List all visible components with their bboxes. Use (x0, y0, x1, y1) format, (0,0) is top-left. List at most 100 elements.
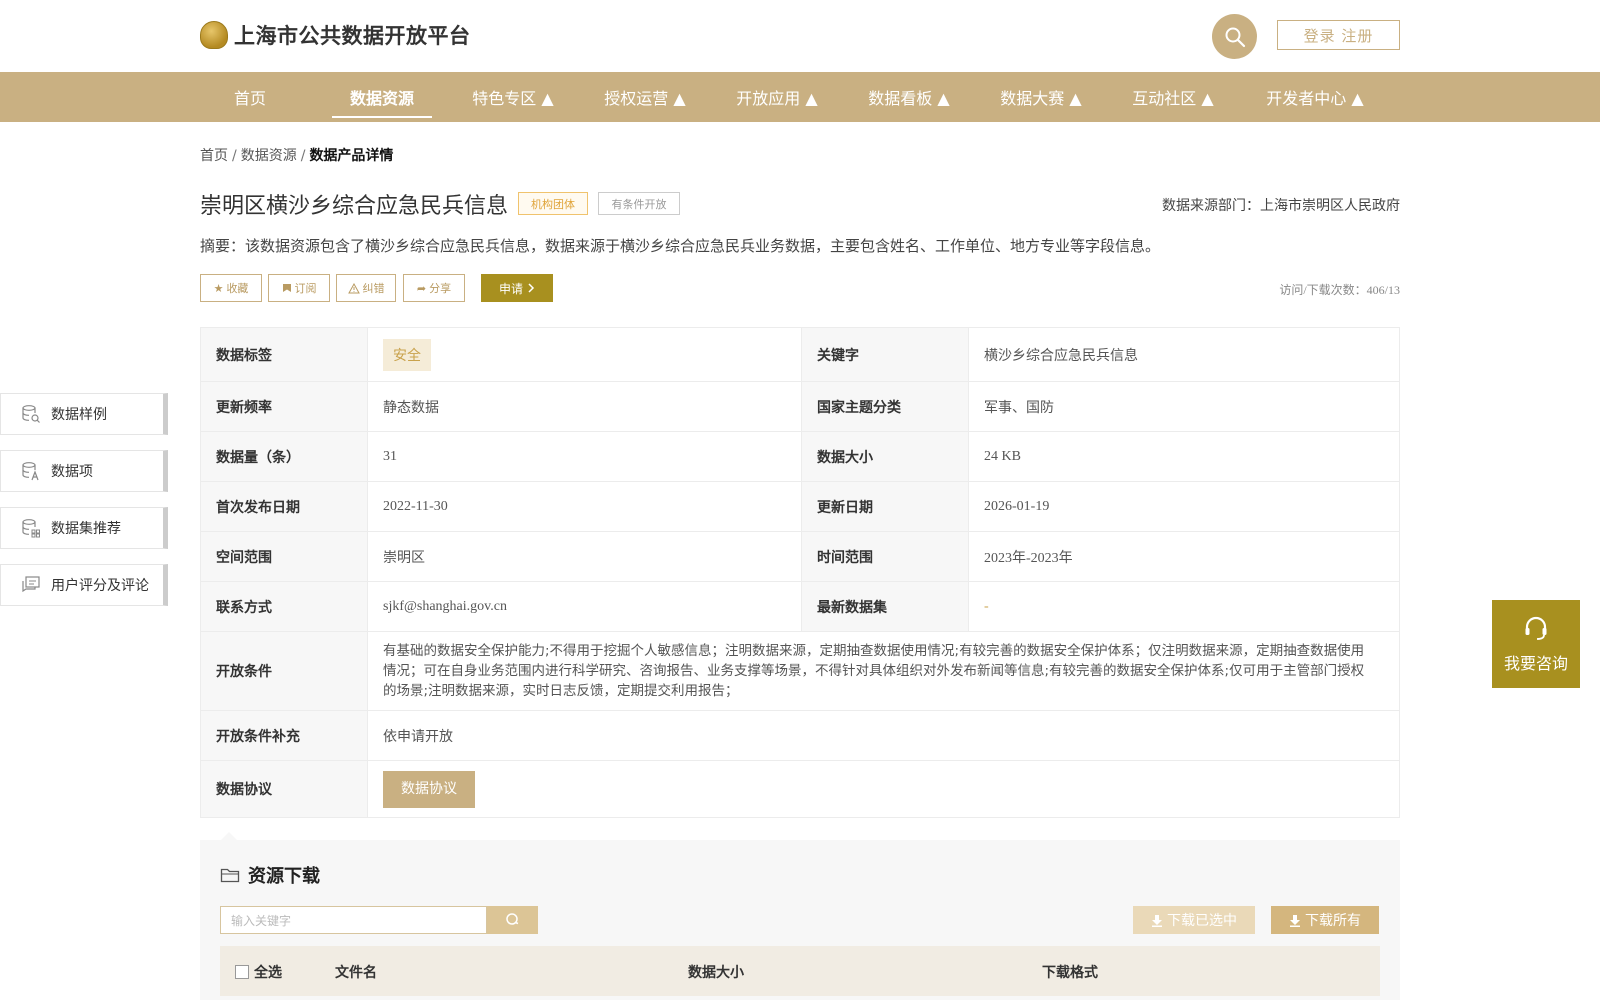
share-label: 分享 (429, 282, 452, 295)
info-label: 最新数据集 (801, 581, 969, 632)
download-selected-label: 下载已选中 (1167, 913, 1237, 929)
data-agreement-button[interactable]: 数据协议 (383, 770, 475, 808)
org-tag: 机构团体 (518, 192, 588, 215)
nav-open-apps[interactable]: 开放应用 ▲ (722, 72, 832, 122)
info-label: 时间范围 (801, 531, 969, 582)
info-value: 依申请开放 (367, 710, 1400, 761)
table-row: 开放条件 有基础的数据安全保护能力;不得用于挖掘个人敏感信息；注明数据来源，定期… (200, 631, 1400, 711)
info-value: 崇明区 (367, 531, 802, 582)
section-title-text: 资源下载 (248, 866, 320, 887)
open-conditions-text: 有基础的数据安全保护能力;不得用于挖掘个人敏感信息；注明数据来源，定期抽查数据使… (367, 631, 1400, 711)
side-item-ratings-comments[interactable]: 用户评分及评论 (0, 564, 168, 606)
info-value: 2026-01-19 (968, 481, 1400, 532)
favorite-label: 收藏 (226, 282, 249, 295)
download-icon (1152, 914, 1162, 927)
breadcrumb-data-resources[interactable]: 数据资源 (241, 148, 297, 164)
table-row: 更新频率 静态数据 国家主题分类 军事、国防 (200, 381, 1400, 432)
nav-authorized-operation[interactable]: 授权运营 ▲ (590, 72, 700, 122)
download-selected-button[interactable]: 下载已选中 (1133, 906, 1255, 934)
warning-icon (347, 282, 360, 293)
info-label: 空间范围 (200, 531, 368, 582)
favorite-button[interactable]: ★ 收藏 (200, 274, 262, 302)
subscribe-label: 订阅 (294, 282, 317, 295)
checkbox-icon (235, 965, 249, 979)
nav-featured-zones[interactable]: 特色专区 ▲ (458, 72, 568, 122)
site-logo[interactable]: 上海市公共数据开放平台 (200, 20, 471, 50)
side-item-data-sample[interactable]: 数据样例 (0, 393, 168, 435)
visit-download-count: 访问/下载次数：406/13 (1279, 283, 1400, 297)
info-label: 数据量（条） (200, 431, 368, 482)
nav-developer-center[interactable]: 开发者中心 ▲ (1250, 72, 1380, 122)
side-item-label: 数据样例 (51, 407, 107, 423)
database-grid-icon (21, 518, 41, 538)
resource-download-section: 资源下载 输入关键字 下载已选中 下载所有 全选 文件名 数据大小 下载格式 (200, 840, 1400, 1000)
report-label: 纠错 (362, 282, 385, 295)
open-condition-tag: 有条件开放 (598, 192, 680, 215)
consult-button[interactable]: 我要咨询 (1492, 600, 1580, 688)
table-row: 首次发布日期 2022-11-30 更新日期 2026-01-19 (200, 481, 1400, 532)
nav-data-dashboard[interactable]: 数据看板 ▲ (854, 72, 964, 122)
comment-icon (21, 575, 41, 595)
info-value: 31 (367, 431, 802, 482)
chevron-right-icon (528, 283, 535, 293)
info-label: 更新日期 (801, 481, 969, 532)
download-search-input[interactable]: 输入关键字 (220, 906, 487, 934)
latest-dataset-value: - (984, 598, 989, 614)
dataset-summary: 摘要：该数据资源包含了横沙乡综合应急民兵信息，数据来源于横沙乡综合应急民兵业务数… (200, 237, 1161, 255)
download-search-button[interactable] (487, 906, 538, 934)
search-icon (505, 913, 518, 925)
side-item-label: 数据项 (51, 464, 93, 480)
column-header-filename: 文件名 (335, 965, 377, 981)
dataset-info-table: 数据标签 安全 关键字 横沙乡综合应急民兵信息 更新频率 静态数据 国家主题分类… (200, 327, 1400, 818)
info-label: 开放条件 (200, 631, 368, 711)
info-value: 数据协议 (367, 760, 1400, 818)
breadcrumb-home[interactable]: 首页 (200, 148, 228, 164)
side-item-label: 数据集推荐 (51, 521, 121, 537)
share-icon: ➦ (416, 281, 427, 295)
database-search-icon (21, 404, 41, 424)
download-all-button[interactable]: 下载所有 (1271, 906, 1379, 934)
info-label: 数据大小 (801, 431, 969, 482)
breadcrumb-separator: / (300, 148, 306, 164)
report-error-button[interactable]: 纠错 (336, 274, 396, 302)
nav-data-contest[interactable]: 数据大赛 ▲ (986, 72, 1096, 122)
share-button[interactable]: ➦ 分享 (403, 274, 465, 302)
select-all-checkbox[interactable]: 全选 (235, 962, 282, 982)
info-value: 横沙乡综合应急民兵信息 (968, 327, 1400, 382)
download-icon (1290, 914, 1300, 927)
table-row: 开放条件补充 依申请开放 (200, 710, 1400, 761)
search-icon (1225, 27, 1245, 47)
consult-label: 我要咨询 (1503, 654, 1568, 673)
login-register-button[interactable]: 登录 注册 (1277, 20, 1400, 50)
breadcrumb-separator: / (232, 148, 237, 164)
info-value: 安全 (367, 327, 802, 382)
breadcrumb-current: 数据产品详情 (309, 148, 394, 164)
table-row: 联系方式 sjkf@shanghai.gov.cn 最新数据集 - (200, 581, 1400, 632)
select-all-label: 全选 (254, 965, 282, 981)
emblem-icon (200, 21, 228, 49)
bookmark-icon (282, 284, 291, 292)
info-label: 数据协议 (200, 760, 368, 818)
side-item-data-fields[interactable]: 数据项 (0, 450, 168, 492)
dataset-title: 崇明区横沙乡综合应急民兵信息 (200, 194, 509, 219)
info-value: 静态数据 (367, 381, 802, 432)
header: 上海市公共数据开放平台 登录 注册 (0, 0, 1600, 72)
side-item-dataset-recommend[interactable]: 数据集推荐 (0, 507, 168, 549)
info-label: 关键字 (801, 327, 969, 382)
folder-icon (220, 868, 240, 883)
contact-email: sjkf@shanghai.gov.cn (367, 581, 802, 632)
subscribe-button[interactable]: 订阅 (268, 274, 330, 302)
apply-button[interactable]: 申请 (481, 274, 553, 302)
nav-home[interactable]: 首页 (200, 72, 300, 122)
nav-data-resources[interactable]: 数据资源 (332, 72, 432, 122)
data-tag-pill[interactable]: 安全 (383, 338, 431, 371)
info-label: 首次发布日期 (200, 481, 368, 532)
nav-community[interactable]: 互动社区 ▲ (1118, 72, 1228, 122)
download-all-label: 下载所有 (1305, 913, 1361, 929)
search-button[interactable] (1212, 14, 1257, 59)
info-value: 军事、国防 (968, 381, 1400, 432)
star-icon: ★ (213, 281, 224, 295)
latest-dataset-link[interactable]: - (968, 581, 1400, 632)
info-label: 开放条件补充 (200, 710, 368, 761)
column-header-size: 数据大小 (688, 965, 744, 981)
